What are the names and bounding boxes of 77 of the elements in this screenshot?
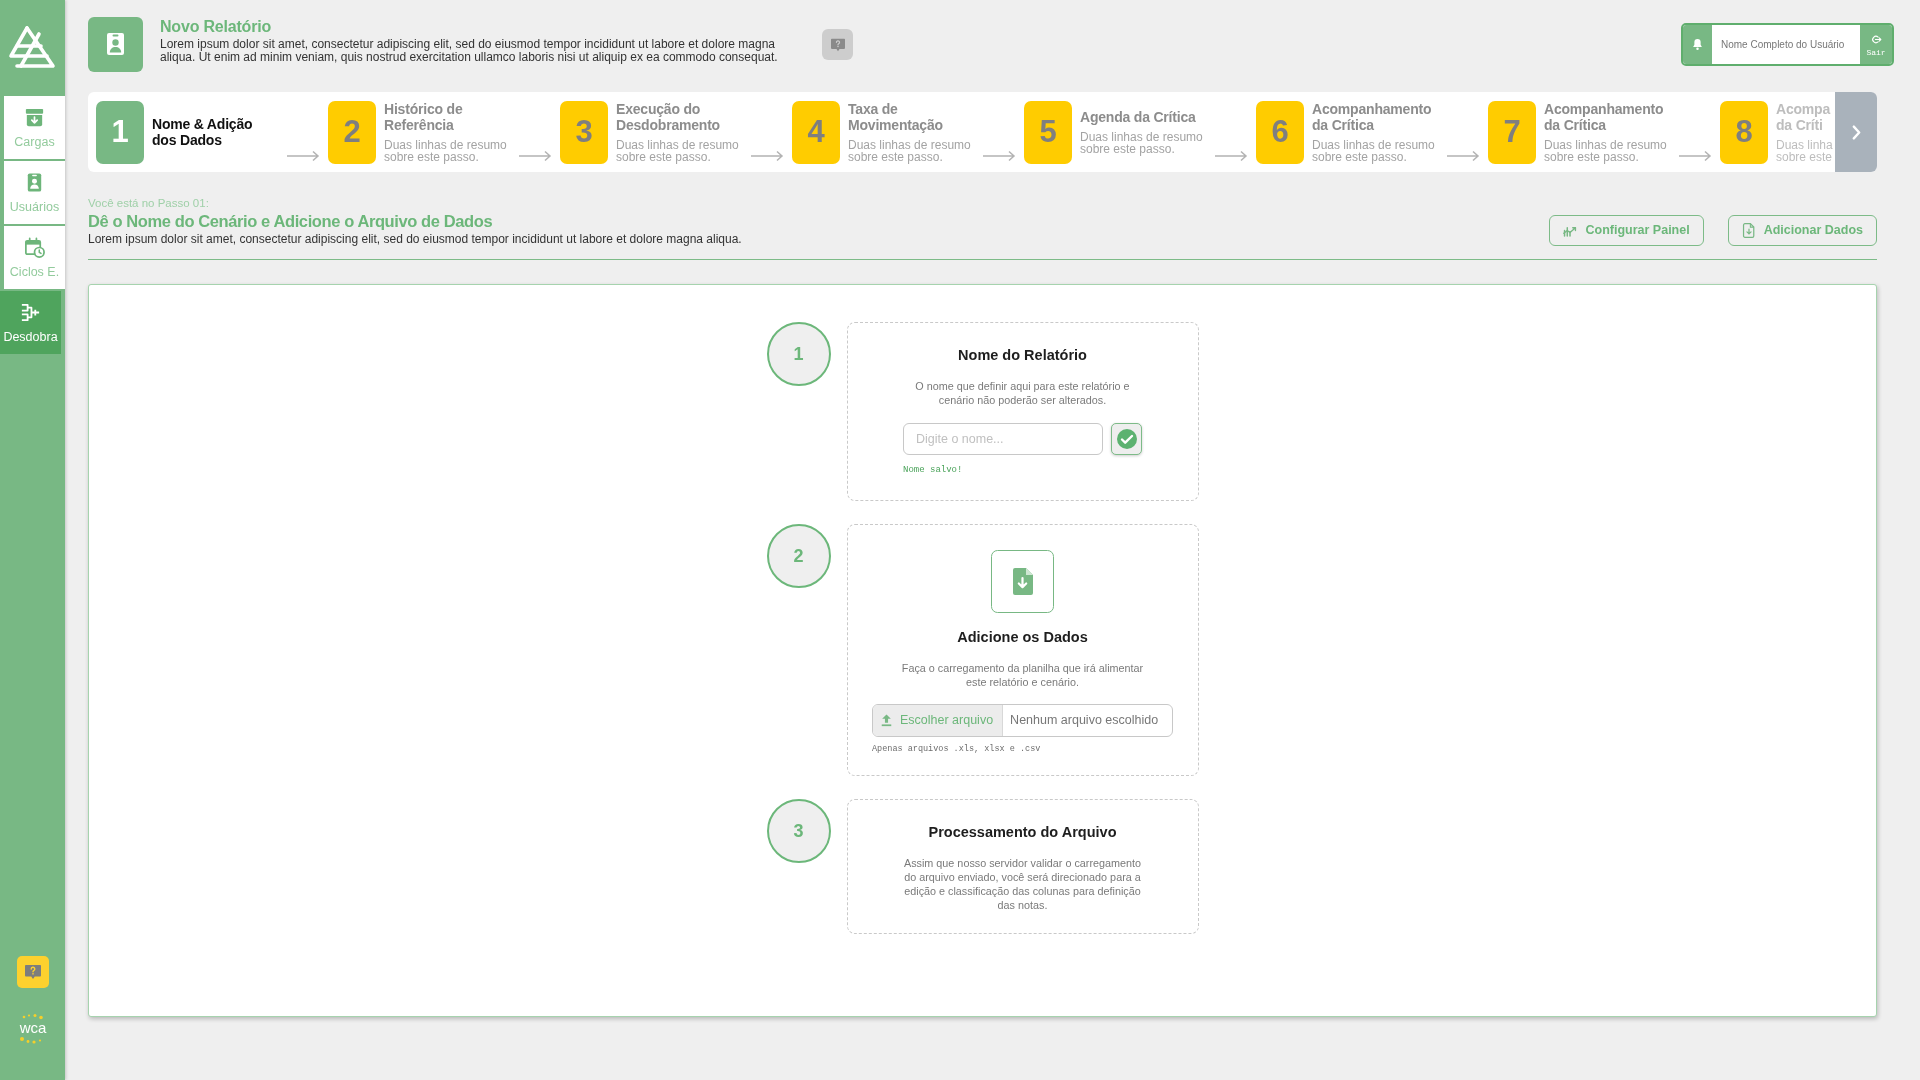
page-title: Dê o Nome do Cenário e Adicione o Arquivo de Dados [88, 211, 494, 232]
step-number: 1 [96, 100, 144, 164]
file-status: Nenhum arquivo escolhido [1009, 712, 1160, 730]
arrow-icon [1446, 149, 1480, 162]
choose-file-button[interactable]: Escolher arquivo [873, 705, 1004, 736]
step-number: 7 [1488, 100, 1536, 164]
flowchart-icon [19, 301, 42, 324]
step-title: Histórico de Referência [384, 101, 464, 133]
step-summary: Duas linhas de resumo sobre este passo. [616, 139, 740, 163]
step-title: Nome & Adição dos Dados [152, 116, 254, 148]
step-title: Acompanhamento da Crítica [1544, 101, 1665, 133]
step-circle: 3 [766, 799, 831, 863]
step-summary: Duas linha sobre este [1776, 139, 1833, 163]
file-hint: Apenas arquivos .xls, xlsx e .csv [872, 744, 1041, 754]
step-title: Agenda da Crítica [1080, 109, 1197, 125]
upload-icon [881, 714, 892, 727]
panel-title: Processamento do Arquivo [927, 823, 1118, 842]
panel-title: Nome do Relatório [957, 346, 1088, 365]
arrow-icon [1214, 149, 1248, 162]
badge-icon [88, 17, 143, 72]
step-number: 8 [1720, 100, 1768, 164]
step-number: 6 [1256, 100, 1304, 164]
panel-settings-button[interactable]: Configurar Painel [1549, 215, 1704, 246]
help-icon [23, 964, 42, 980]
step-title: Acompanhamento da Crítica [1312, 101, 1433, 133]
sidebar-item[interactable]: Ciclos E. [4, 226, 65, 289]
step-summary: Duas linhas de resumo sobre este passo. [384, 139, 508, 163]
bell-icon [1690, 37, 1705, 52]
panel-title: Adicione os Dados [956, 628, 1089, 647]
calendar-clock-icon [23, 236, 46, 259]
file-download-icon [991, 550, 1054, 613]
logout-icon [1869, 32, 1883, 46]
step-number: 2 [328, 100, 376, 164]
archive-icon [23, 106, 46, 129]
step-indicator: Você está no Passo 01: [88, 196, 210, 210]
step-title: Execução do Desdobramento [616, 101, 721, 133]
brand-logo: wca [6, 1012, 59, 1046]
confirm-button[interactable] [1111, 423, 1142, 455]
chevron-right-icon [1851, 124, 1861, 140]
check-icon [1116, 429, 1137, 449]
panel-description: O nome que definir aqui para este relatório e cenário não poderão ser alterados. [914, 379, 1131, 407]
header-title: Novo Relatório [160, 17, 272, 37]
status-message: Nome salvo! [903, 464, 963, 476]
arrow-icon [750, 149, 784, 162]
panel-description: Assim que nosso servidor validar o carregamento do arquivo enviado, você será direcionado para a edição e classificação das colunas para definição das notas. [902, 856, 1142, 912]
notifications-button[interactable] [1683, 25, 1712, 64]
step-summary: Duas linhas de resumo sobre este passo. [1544, 139, 1668, 163]
arrow-icon [286, 149, 320, 162]
panel-description: Faça o carregamento da planilha que irá alimentar este relatório e cenário. [900, 661, 1145, 689]
help-icon [829, 37, 846, 52]
arrow-icon [982, 149, 1016, 162]
arrow-icon [518, 149, 552, 162]
step-circle: 1 [766, 322, 831, 386]
sidebar-item[interactable]: Cargas [4, 96, 65, 159]
step-number: 3 [560, 100, 608, 164]
user-name: Nome Completo do Usuário [1720, 38, 1846, 52]
step-number: 4 [792, 100, 840, 164]
scroll-right-button[interactable] [1835, 92, 1877, 172]
step-title: Taxa de Movimentação [848, 101, 944, 133]
help-button[interactable] [822, 29, 853, 60]
step-number: 5 [1024, 100, 1072, 164]
step-summary: Duas linhas de resumo sobre este passo. [1312, 139, 1436, 163]
help-button[interactable] [16, 956, 49, 988]
step-title: Acompa da Críti [1776, 101, 1832, 133]
sidebar-item[interactable]: Usuários [4, 161, 65, 224]
sidebar-item[interactable]: Desdobra [0, 291, 61, 354]
name-input[interactable]: Digite o nome... [903, 423, 1103, 455]
page-description: Lorem ipsum dolor sit amet, consectetur adipiscing elit, sed do eiusmod tempor incididunt ut labore et dolore magna aliqua. [88, 232, 743, 246]
step-summary: Duas linhas de resumo sobre este passo. [1080, 131, 1204, 155]
arrow-icon [1678, 149, 1712, 162]
add-data-button[interactable]: Adicionar Dados [1727, 215, 1877, 246]
step-summary: Duas linhas de resumo sobre este passo. [848, 139, 972, 163]
header-description: Lorem ipsum dolor sit amet, consectetur adipiscing elit, sed do eiusmod tempor incididunt ut labore et dolore magna aliqua. Ut enim ad minim veniam, quis nostrud exercitation ullamco laboris nisi ut aliquip ex ea commodo consequat. [160, 38, 779, 63]
file-download-icon [1741, 223, 1756, 238]
logout-button[interactable]: Sair [1860, 25, 1892, 64]
file-input[interactable]: Escolher arquivo Nenhum arquivo escolhido [872, 704, 1173, 737]
step-circle: 2 [766, 524, 831, 588]
